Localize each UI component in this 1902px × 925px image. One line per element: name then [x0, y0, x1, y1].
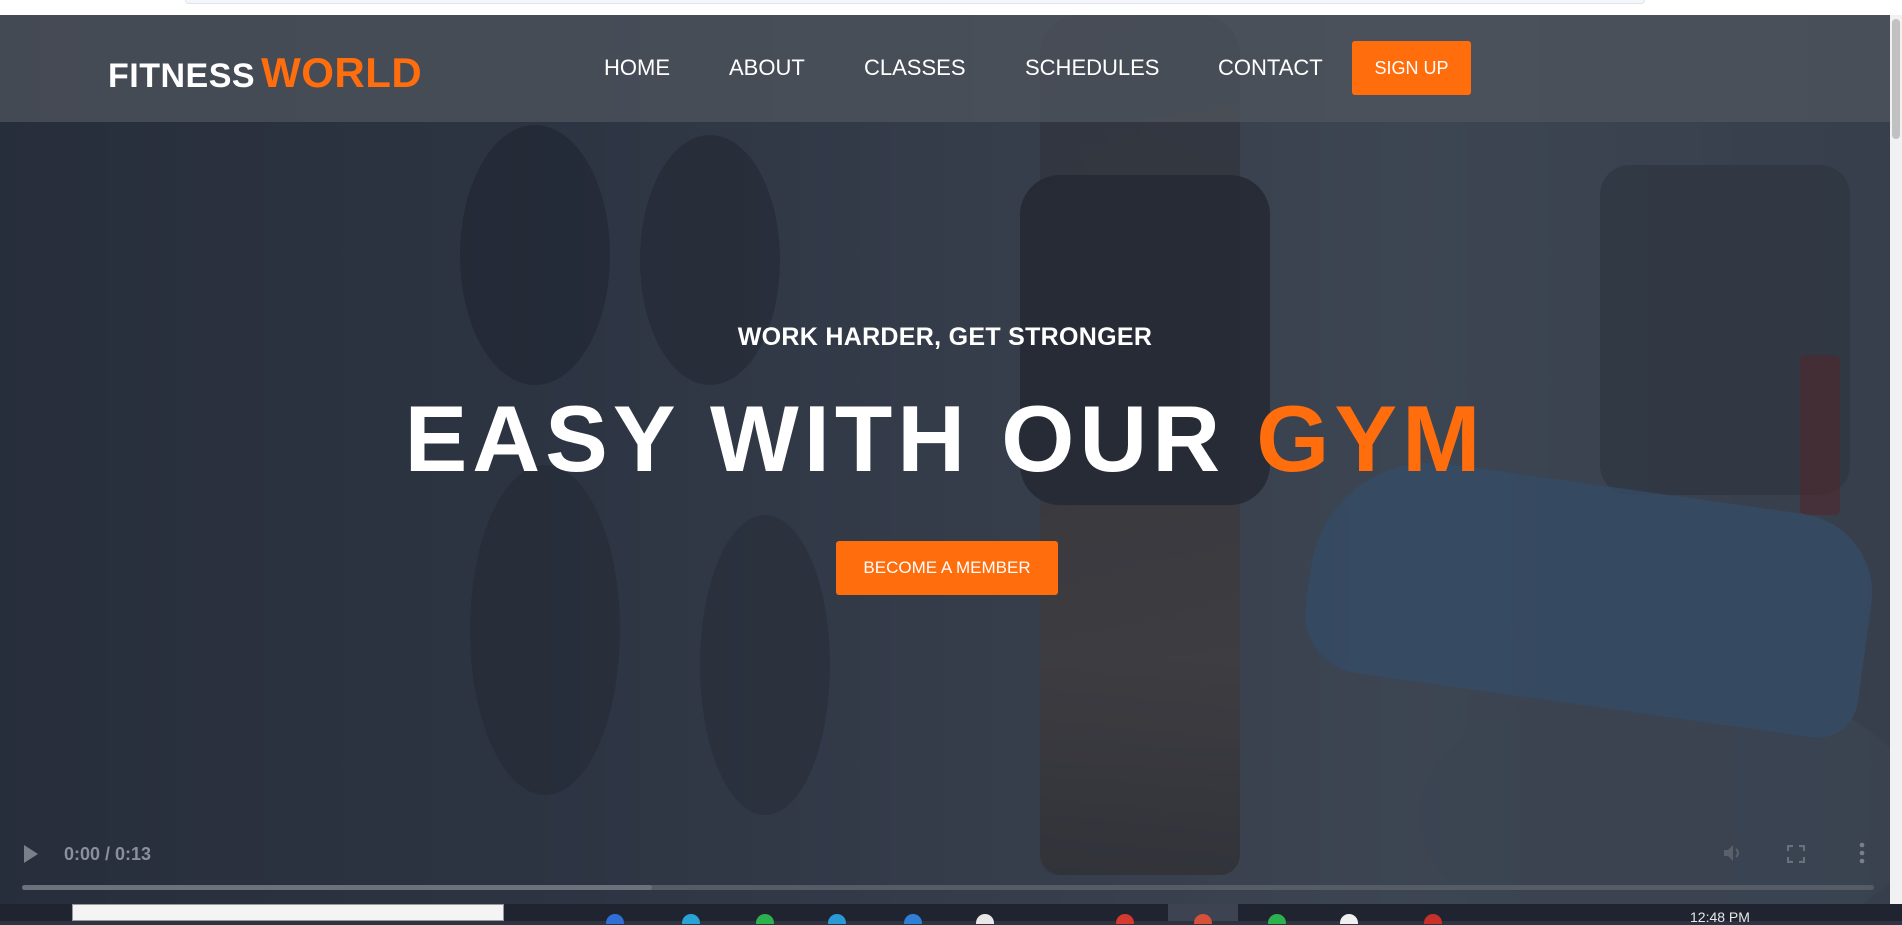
- navbar: FITNESS WORLD HOME ABOUT CLASSES SCHEDULE…: [0, 15, 1890, 122]
- chat-icon[interactable]: [756, 914, 774, 924]
- hero-tagline: WORK HARDER, GET STRONGER: [737, 323, 1153, 351]
- browser-top-edge: [0, 0, 1902, 15]
- sign-up-button[interactable]: SIGN UP: [1352, 41, 1471, 95]
- store-icon[interactable]: [828, 914, 846, 924]
- os-taskbar: 12:48 PM: [0, 904, 1902, 925]
- nav-schedules[interactable]: SCHEDULES: [1025, 55, 1159, 81]
- taskbar-clock[interactable]: 12:48 PM: [1690, 909, 1750, 925]
- more-options-icon[interactable]: [1858, 841, 1866, 865]
- taskbar-preview-thumbnail[interactable]: [72, 904, 504, 921]
- logo-text: FITNESS: [108, 57, 256, 95]
- app-icon[interactable]: [606, 914, 624, 924]
- browser-icon[interactable]: [682, 914, 700, 924]
- red-app-icon[interactable]: [1424, 914, 1442, 924]
- hero-headline: EASY WITH OUR GYM: [0, 385, 1890, 493]
- video-progress-bar[interactable]: [22, 885, 1874, 890]
- nav-contact[interactable]: CONTACT: [1218, 55, 1323, 81]
- scrollbar-thumb[interactable]: [1892, 19, 1900, 139]
- fullscreen-icon[interactable]: [1787, 845, 1805, 863]
- mute-icon[interactable]: [1722, 843, 1744, 863]
- site-logo[interactable]: FITNESS WORLD: [108, 49, 422, 97]
- logo-accent-text: WORLD: [261, 49, 423, 96]
- nav-home[interactable]: HOME: [604, 55, 670, 81]
- nav-about[interactable]: ABOUT: [729, 55, 805, 81]
- headline-text: EASY WITH OUR: [404, 386, 1226, 491]
- page-scrollbar[interactable]: [1890, 15, 1902, 904]
- file-icon[interactable]: [976, 914, 994, 924]
- white-app-icon[interactable]: [1340, 914, 1358, 924]
- edge-icon[interactable]: [904, 914, 922, 924]
- green-app-icon[interactable]: [1268, 914, 1286, 924]
- video-controls: 0:00 / 0:13: [0, 805, 1890, 904]
- play-icon[interactable]: [24, 845, 38, 863]
- red-app-icon[interactable]: [1116, 914, 1134, 924]
- headline-accent: GYM: [1256, 386, 1486, 491]
- become-member-button[interactable]: BECOME A MEMBER: [836, 541, 1058, 595]
- nav-classes[interactable]: CLASSES: [864, 55, 966, 81]
- video-progress-fill: [22, 885, 652, 890]
- address-bar-edge[interactable]: [185, 0, 1645, 4]
- video-time: 0:00 / 0:13: [64, 844, 152, 864]
- web-page: FITNESS WORLD HOME ABOUT CLASSES SCHEDULE…: [0, 15, 1890, 904]
